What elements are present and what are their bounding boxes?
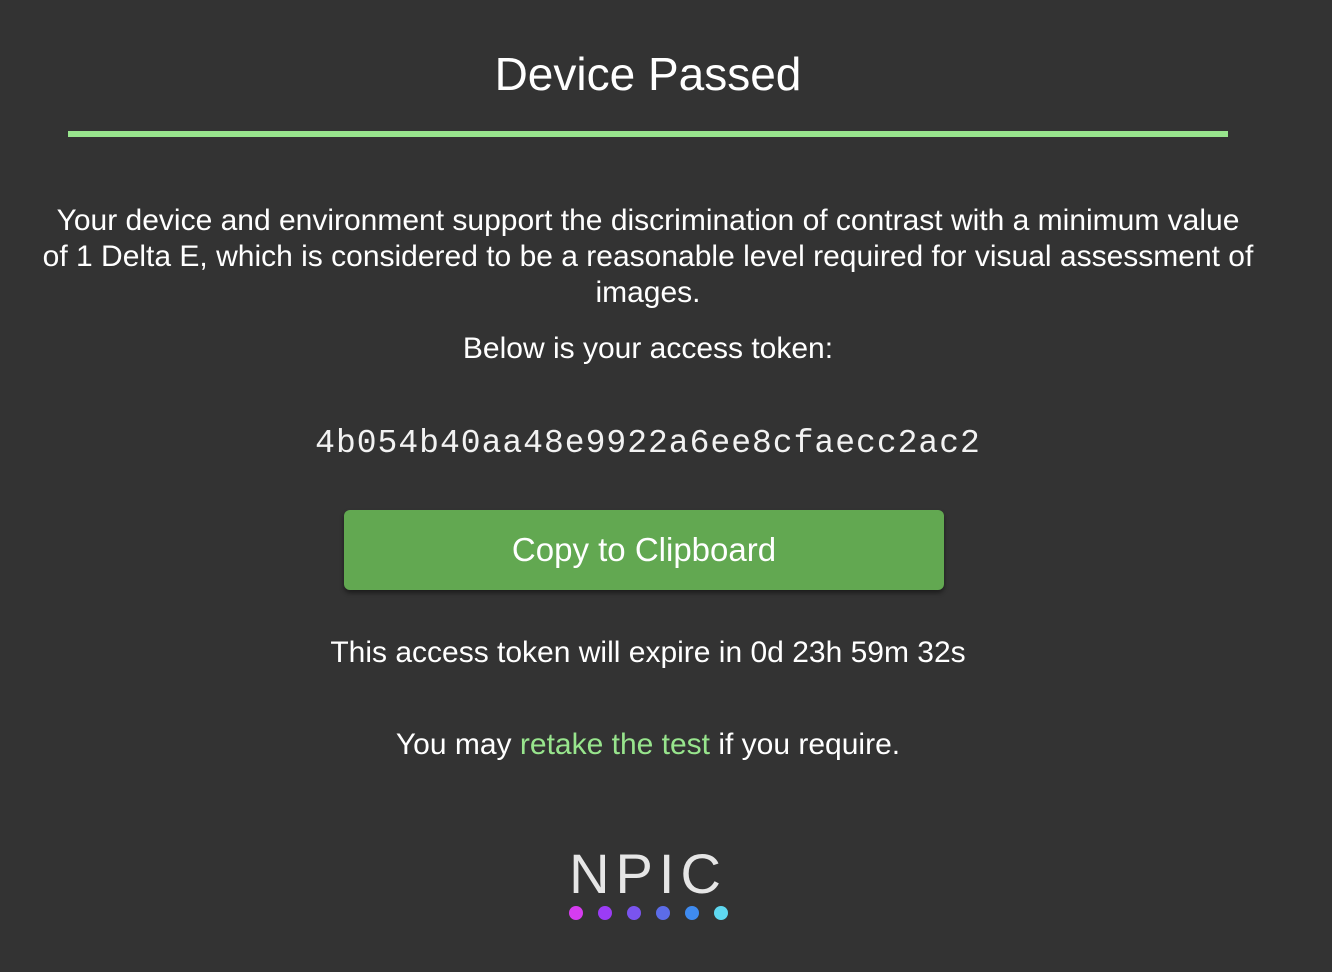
token-expiry-text: This access token will expire in 0d 23h … xyxy=(330,636,966,669)
page-container: Device Passed Your device and environmen… xyxy=(0,0,1332,972)
npic-logo: NPIC xyxy=(548,842,748,926)
logo-dot xyxy=(627,906,641,920)
retake-line: You may retake the test if you require. xyxy=(0,726,1296,764)
title-divider xyxy=(68,131,1228,137)
retake-test-link[interactable]: retake the test xyxy=(520,728,710,761)
logo-dot xyxy=(598,906,612,920)
logo-dot xyxy=(569,906,583,920)
logo-dot xyxy=(685,906,699,920)
token-label: Below is your access token: xyxy=(462,332,834,365)
result-description: Your device and environment support the … xyxy=(42,204,1254,309)
copy-to-clipboard-button[interactable]: Copy to Clipboard xyxy=(344,510,944,590)
logo-dot xyxy=(714,906,728,920)
npic-logo-dots xyxy=(569,906,729,920)
page-title: Device Passed xyxy=(494,48,802,100)
retake-suffix: if you require. xyxy=(710,728,901,761)
logo-dot xyxy=(656,906,670,920)
access-token-value: 4b054b40aa48e9922a6ee8cfaecc2ac2 xyxy=(315,425,981,462)
npic-logo-text: NPIC xyxy=(569,842,727,905)
retake-prefix: You may xyxy=(395,728,520,761)
